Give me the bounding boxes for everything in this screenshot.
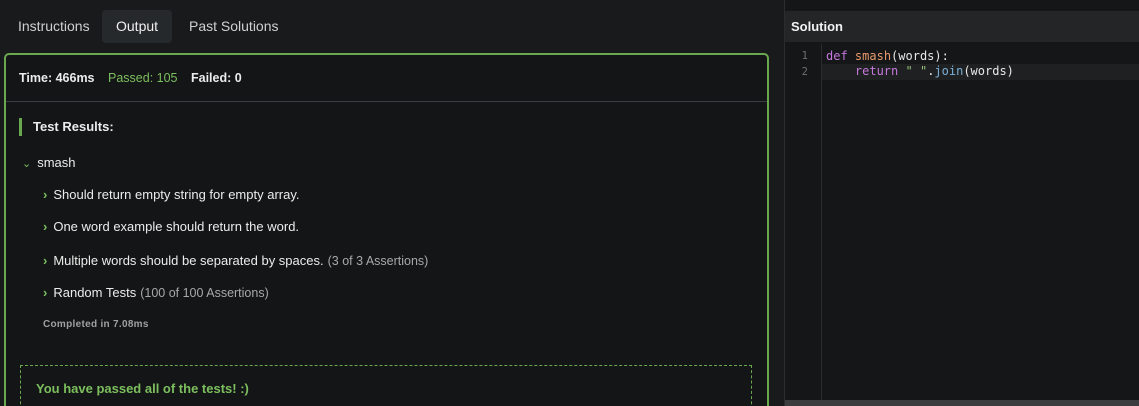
tab-bar: Instructions Output Past Solutions — [0, 0, 784, 52]
left-pane: Instructions Output Past Solutions Time:… — [0, 0, 784, 406]
tab-instructions[interactable]: Instructions — [4, 10, 104, 43]
chevron-down-icon: ⌄ — [22, 158, 32, 170]
code-text: (words) — [963, 64, 1014, 78]
passed-stat: Passed: 105 — [108, 71, 178, 85]
test-results-header: Test Results: — [19, 118, 114, 136]
code-line-2[interactable]: return " ".join(words) — [822, 64, 1139, 80]
output-panel: Time: 466ms Passed: 105 Failed: 0 Test R… — [4, 53, 769, 406]
tab-past-solutions[interactable]: Past Solutions — [175, 10, 293, 43]
test-item[interactable]: › One word example should return the word… — [43, 219, 303, 234]
test-item[interactable]: › Should return empty string for empty ar… — [43, 187, 303, 202]
stats-bar: Time: 466ms Passed: 105 Failed: 0 — [19, 71, 252, 85]
assertion-count: (100 of 100 Assertions) — [140, 286, 269, 300]
line-number-gutter: 1 2 — [785, 44, 822, 400]
line-number: 2 — [801, 66, 808, 78]
pass-message: You have passed all of the tests! :) — [36, 381, 249, 396]
code-keyword: def — [826, 49, 848, 63]
code-string: " " — [905, 64, 928, 78]
assertion-count: (3 of 3 Assertions) — [327, 254, 429, 268]
solution-header: Solution — [785, 11, 1139, 42]
code-text: (words): — [891, 49, 949, 63]
solution-pane: Solution 1 2 def smash(words): return " … — [784, 0, 1139, 406]
tab-output[interactable]: Output — [102, 10, 173, 43]
test-item[interactable]: › Random Tests (100 of 100 Assertions) — [43, 285, 269, 300]
code-keyword: return — [854, 64, 899, 78]
chevron-right-icon: › — [43, 187, 48, 202]
test-label: One word example should return the word. — [53, 219, 300, 234]
test-item[interactable]: › Multiple words should be separated by s… — [43, 253, 428, 268]
line-number: 1 — [801, 50, 808, 62]
completed-time: Completed in 7.08ms — [43, 319, 149, 330]
code-method: join — [934, 64, 964, 78]
pass-message-box: You have passed all of the tests! :) — [20, 365, 752, 406]
solution-title: Solution — [791, 19, 843, 34]
chevron-right-icon: › — [43, 285, 48, 300]
chevron-right-icon: › — [43, 219, 48, 234]
describe-label: smash — [37, 155, 76, 170]
code-function-name: smash — [854, 49, 892, 63]
describe-block-smash[interactable]: ⌄ smash — [22, 155, 76, 170]
test-label: Multiple words should be separated by sp… — [53, 253, 324, 268]
chevron-right-icon: › — [43, 253, 48, 268]
code-line-1[interactable]: def smash(words): — [826, 49, 949, 63]
horizontal-scrollbar[interactable] — [785, 400, 1139, 406]
test-label: Random Tests — [53, 285, 137, 300]
time-stat: Time: 466ms — [19, 71, 95, 85]
failed-stat: Failed: 0 — [190, 71, 242, 85]
test-label: Should return empty string for empty arr… — [53, 187, 300, 202]
divider — [6, 101, 767, 102]
code-editor[interactable]: 1 2 def smash(words): return " ".join(wo… — [785, 44, 1139, 406]
